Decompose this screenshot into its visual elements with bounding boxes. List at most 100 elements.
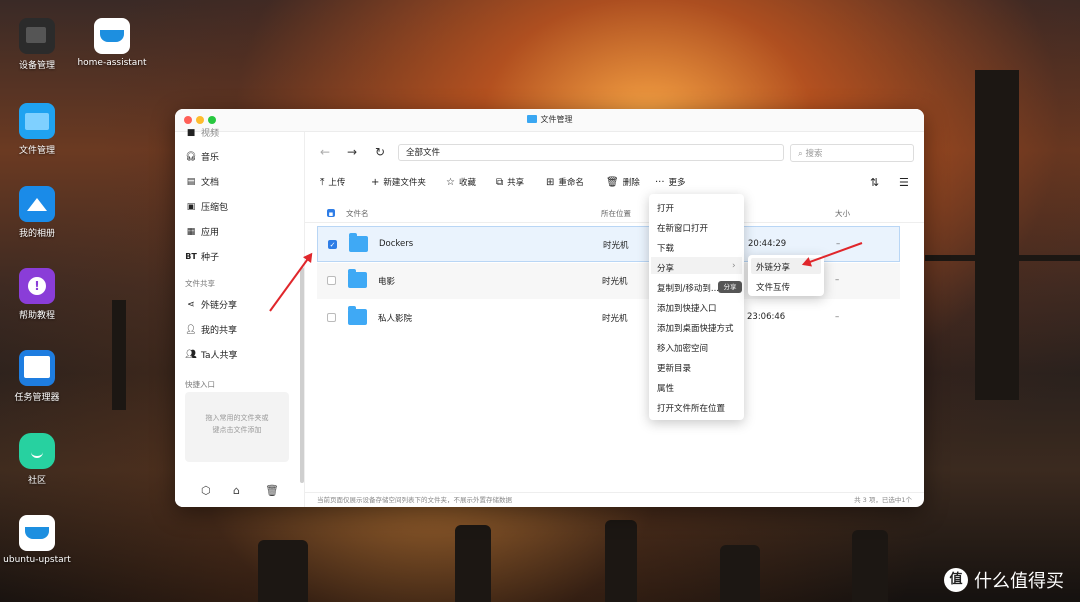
- desktop-icon-photos[interactable]: 我的相册: [1, 186, 73, 239]
- share-button[interactable]: ⧉ 共享: [496, 176, 524, 189]
- document-icon: ▤: [186, 176, 196, 187]
- settings-icon[interactable]: ⬡: [201, 484, 211, 497]
- sidebar-item-documents[interactable]: ▤ 文档: [185, 175, 219, 189]
- forward-arrow-icon[interactable]: →: [347, 145, 357, 159]
- path-bar[interactable]: 全部文件: [398, 144, 784, 161]
- table-row[interactable]: 私人影院 时光机 23:06:46 –: [317, 300, 900, 336]
- archive-icon: ▣: [186, 201, 196, 212]
- desktop-icon-device-manager[interactable]: 设备管理: [1, 18, 73, 71]
- menu-item-download[interactable]: 下载: [657, 242, 674, 254]
- desktop-icon-label: 社区: [27, 476, 46, 486]
- column-location[interactable]: 所在位置: [601, 208, 631, 219]
- my-share-icon: 👤︎: [185, 324, 197, 335]
- status-note: 当前页面仅展示设备存储空间列表下的文件夹，不展示外置存储数据: [317, 496, 512, 504]
- folder-icon: [526, 115, 537, 123]
- drop-hint: 拖入常用的文件夹或: [205, 414, 269, 422]
- row-checkbox[interactable]: ✓: [328, 240, 337, 249]
- robot-icon[interactable]: ⌂: [233, 484, 240, 497]
- upload-button[interactable]: ⤒ 上传: [320, 176, 345, 189]
- smzdm-logo-icon: 值: [944, 568, 968, 592]
- more-button[interactable]: ··· 更多: [655, 176, 686, 189]
- desktop-icon-label: ubuntu-upstart: [3, 555, 71, 565]
- rename-button[interactable]: ⊞ 重命名: [546, 176, 584, 189]
- chevron-right-icon: ›: [732, 261, 736, 271]
- desktop-icon-label: home-assistant: [77, 58, 147, 68]
- file-location: 时光机: [603, 241, 629, 251]
- sidebar-item-video[interactable]: ■ 视频: [185, 126, 219, 140]
- menu-item-open-new-window[interactable]: 在新窗口打开: [657, 222, 708, 234]
- file-location: 时光机: [602, 277, 628, 287]
- file-time: 23:06:46: [747, 312, 786, 322]
- select-all-checkbox[interactable]: ▪: [327, 209, 335, 218]
- watermark: 值 什么值得买: [944, 567, 1064, 593]
- menu-item-open-location[interactable]: 打开文件所在位置: [657, 402, 725, 414]
- menu-item-share[interactable]: 分享: [657, 262, 674, 274]
- quick-access-drop-zone[interactable]: 拖入常用的文件夹或 键点击文件添加: [185, 392, 289, 462]
- context-menu: 打开 在新窗口打开 下载 分享 › 复制到/移动到... 添加到快捷入口 添加到…: [649, 194, 744, 420]
- sidebar-item-link-share[interactable]: ⋖ 外链分享: [185, 298, 237, 312]
- desktop-icon-label: 帮助教程: [18, 311, 55, 321]
- desktop-icon-file-manager[interactable]: 文件管理: [1, 103, 73, 156]
- refresh-icon[interactable]: ↻: [375, 145, 385, 159]
- column-name[interactable]: 文件名: [346, 208, 369, 219]
- column-size[interactable]: 大小: [835, 208, 850, 219]
- sidebar-scrollbar[interactable]: [300, 267, 304, 483]
- sidebar-item-music[interactable]: 🎧︎ 音乐: [185, 150, 219, 164]
- desktop-icon-help[interactable]: ! 帮助教程: [1, 268, 73, 321]
- bridge-tower-right: [975, 70, 1019, 400]
- delete-button[interactable]: 🗑︎ 删除: [606, 176, 640, 189]
- file-name: 电影: [378, 277, 396, 287]
- favorite-button[interactable]: ☆ 收藏: [446, 176, 476, 189]
- file-manager-window: 文件管理 ■ 视频 🎧︎ 音乐 ▤ 文档 ▣ 压缩包 ▦ 应用 BT 种子 文件共享 ⋖ 外链…: [175, 109, 924, 507]
- list-header: ▪ 文件名 所在位置 大小: [305, 202, 924, 223]
- share-tooltip: 分享: [718, 281, 742, 293]
- menu-item-add-quick-access[interactable]: 添加到快捷入口: [657, 302, 717, 314]
- menu-item-refresh-directory[interactable]: 更新目录: [657, 362, 691, 374]
- folder-icon: [348, 269, 367, 288]
- desktop-icon-task-manager[interactable]: 任务管理器: [1, 350, 73, 403]
- desktop-icon-home-assistant[interactable]: home-assistant: [76, 18, 148, 68]
- sidebar-item-my-share[interactable]: 👤︎ 我的共享: [185, 323, 237, 337]
- submenu-item-file-transfer[interactable]: 文件互传: [756, 281, 790, 293]
- desktop-icon-community[interactable]: 社区: [1, 433, 73, 486]
- docker-icon: [94, 18, 130, 54]
- quick-access-heading: 快捷入口: [185, 380, 215, 389]
- new-folder-button[interactable]: + 新建文件夹: [371, 176, 426, 189]
- file-name: 私人影院: [378, 314, 413, 324]
- window-title: 文件管理: [175, 114, 924, 125]
- row-checkbox[interactable]: [327, 313, 336, 322]
- desktop-icon-label: 文件管理: [18, 146, 55, 156]
- file-location: 时光机: [602, 314, 628, 324]
- community-icon: [19, 433, 55, 469]
- rename-icon: ⊞: [546, 176, 555, 188]
- sidebar-item-archives[interactable]: ▣ 压缩包: [185, 200, 228, 214]
- submenu-item-link-share[interactable]: 外链分享: [756, 261, 790, 273]
- headphones-icon: 🎧︎: [185, 151, 197, 162]
- share-icon: ⋖: [187, 299, 195, 310]
- docker-icon: [19, 515, 55, 551]
- menu-item-move-encrypted[interactable]: 移入加密空间: [657, 342, 708, 354]
- help-icon: !: [19, 268, 55, 304]
- menu-item-copy-move[interactable]: 复制到/移动到...: [657, 282, 719, 294]
- sort-icon[interactable]: ⇅: [870, 176, 879, 189]
- search-input[interactable]: ⌕ 搜索: [790, 144, 914, 162]
- row-checkbox[interactable]: [327, 276, 336, 285]
- status-bar: 当前页面仅展示设备存储空间列表下的文件夹，不展示外置存储数据 共 3 项，已选中…: [305, 492, 924, 507]
- more-dots-icon: ···: [655, 176, 665, 188]
- trash-icon[interactable]: 🗑︎: [265, 484, 279, 497]
- desktop-icon-label: 任务管理器: [14, 393, 60, 403]
- desktop-icon-ubuntu-upstart[interactable]: ubuntu-upstart: [1, 515, 73, 565]
- list-view-icon[interactable]: ☰: [899, 176, 909, 189]
- file-size: –: [835, 275, 840, 285]
- sidebar-item-others-share[interactable]: 👥︎ Ta人共享: [185, 348, 237, 362]
- video-icon: ■: [186, 127, 196, 138]
- sidebar-item-torrents[interactable]: BT 种子: [185, 250, 219, 263]
- back-arrow-icon[interactable]: ←: [320, 145, 330, 159]
- menu-item-properties[interactable]: 属性: [657, 382, 674, 394]
- file-time: 20:44:29: [748, 239, 787, 249]
- desktop-icon-label: 设备管理: [18, 61, 55, 71]
- menu-item-add-desktop-shortcut[interactable]: 添加到桌面快捷方式: [657, 322, 734, 334]
- menu-item-open[interactable]: 打开: [657, 202, 674, 214]
- apps-icon: ▦: [186, 226, 196, 237]
- sidebar-item-apps[interactable]: ▦ 应用: [185, 225, 219, 239]
